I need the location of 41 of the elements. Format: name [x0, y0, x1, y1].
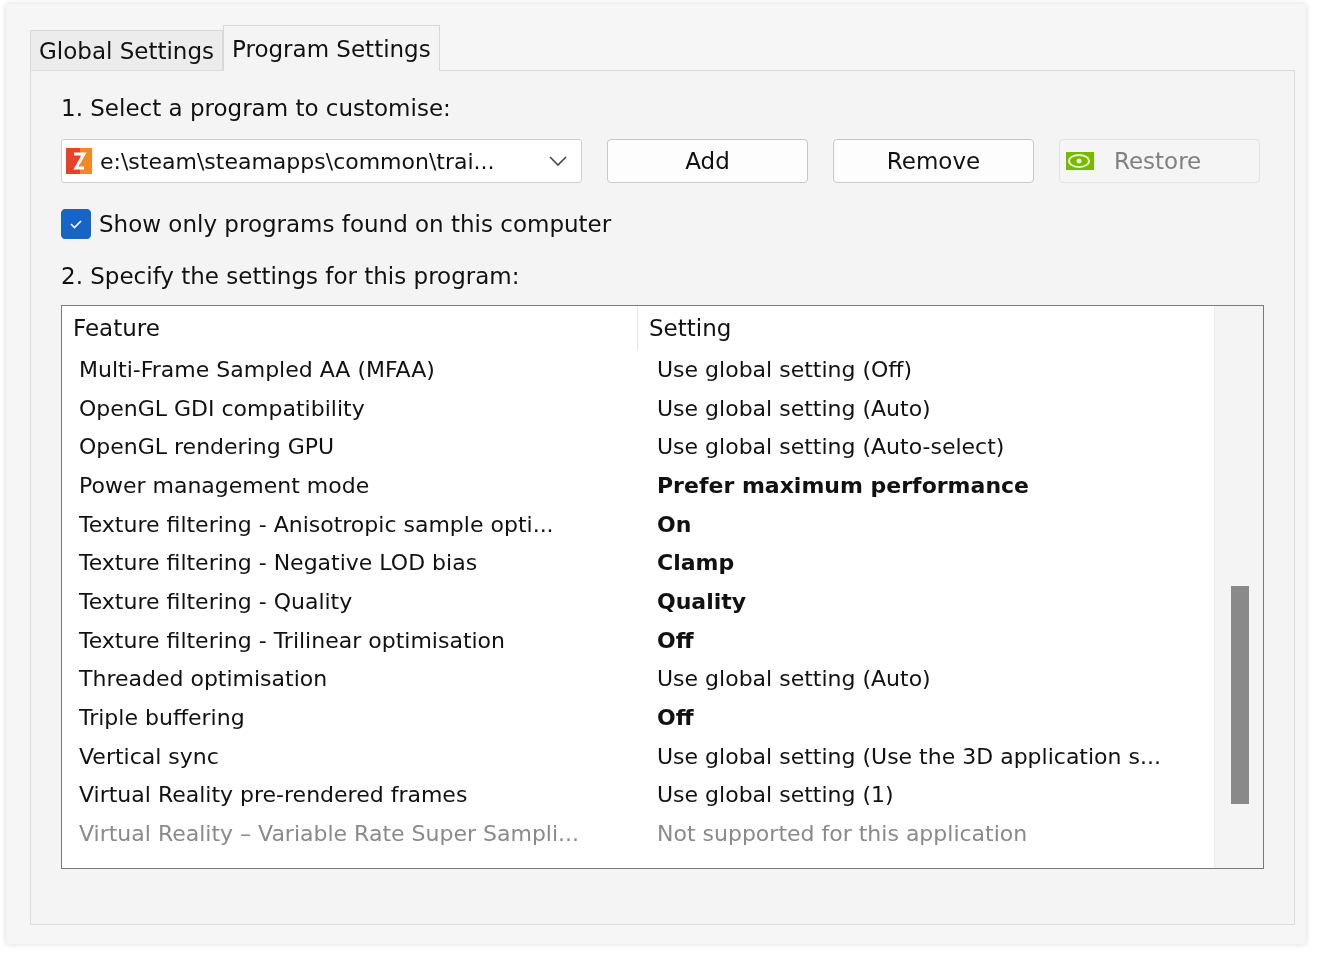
feature-cell[interactable]: OpenGL GDI compatibility [62, 395, 639, 421]
setting-cell[interactable]: Off [639, 627, 694, 653]
setting-cell[interactable]: Use global setting (1) [639, 782, 894, 808]
eye-logo-icon [1066, 152, 1094, 170]
app-icon [66, 148, 92, 174]
program-dropdown[interactable]: e:\steam\steamapps\common\trai... [61, 139, 582, 183]
scrollbar-thumb[interactable] [1231, 586, 1249, 804]
setting-cell[interactable]: Use global setting (Auto) [639, 395, 931, 421]
step-label: 2. Specify the settings for this program: [61, 263, 521, 289]
feature-cell[interactable]: Virtual Reality pre-rendered frames [62, 782, 639, 808]
tab[interactable]: Program Settings [223, 25, 440, 71]
setting-cell[interactable]: Off [639, 705, 694, 731]
feature-cell[interactable]: Texture filtering - Negative LOD bias [62, 550, 639, 576]
tab[interactable]: Global Settings [30, 30, 223, 70]
action-button[interactable]: Remove [833, 139, 1034, 183]
setting-cell[interactable]: Prefer maximum performance [639, 472, 1029, 498]
feature-cell[interactable]: Power management mode [62, 472, 639, 498]
setting-cell[interactable]: Clamp [639, 550, 735, 576]
setting-cell[interactable]: Use global setting (Use the 3D application s... [639, 743, 1161, 769]
feature-cell[interactable]: Texture filtering - Trilinear optimisation [62, 627, 639, 653]
setting-cell[interactable]: On [639, 511, 692, 537]
column-header[interactable]: Feature [62, 306, 638, 350]
feature-cell[interactable]: OpenGL rendering GPU [62, 434, 639, 460]
action-button[interactable]: Add [607, 139, 808, 183]
check-icon [69, 218, 83, 230]
feature-cell[interactable]: Vertical sync [62, 743, 639, 769]
feature-cell[interactable]: Threaded optimisation [62, 666, 639, 692]
checkbox-label[interactable]: Show only programs found on this computer [99, 211, 612, 237]
feature-cell[interactable]: Texture filtering - Anisotropic sample opti... [62, 511, 639, 537]
scrollbar[interactable] [1214, 306, 1263, 868]
feature-cell[interactable]: Triple buffering [62, 705, 639, 731]
setting-cell[interactable]: Use global setting (Off) [639, 356, 913, 382]
feature-cell[interactable]: Texture filtering - Quality [62, 588, 639, 614]
caret-icon [549, 156, 567, 166]
step-label: 1. Select a program to customise: [61, 95, 452, 121]
setting-cell[interactable]: Use global setting (Auto-select) [639, 434, 1005, 460]
setting-cell[interactable]: Use global setting (Auto) [639, 666, 931, 692]
feature-cell[interactable]: Multi-Frame Sampled AA (MFAA) [62, 356, 639, 382]
setting-cell[interactable]: Quality [639, 588, 747, 614]
checkbox[interactable] [61, 209, 91, 239]
column-header[interactable]: Setting [638, 306, 732, 350]
